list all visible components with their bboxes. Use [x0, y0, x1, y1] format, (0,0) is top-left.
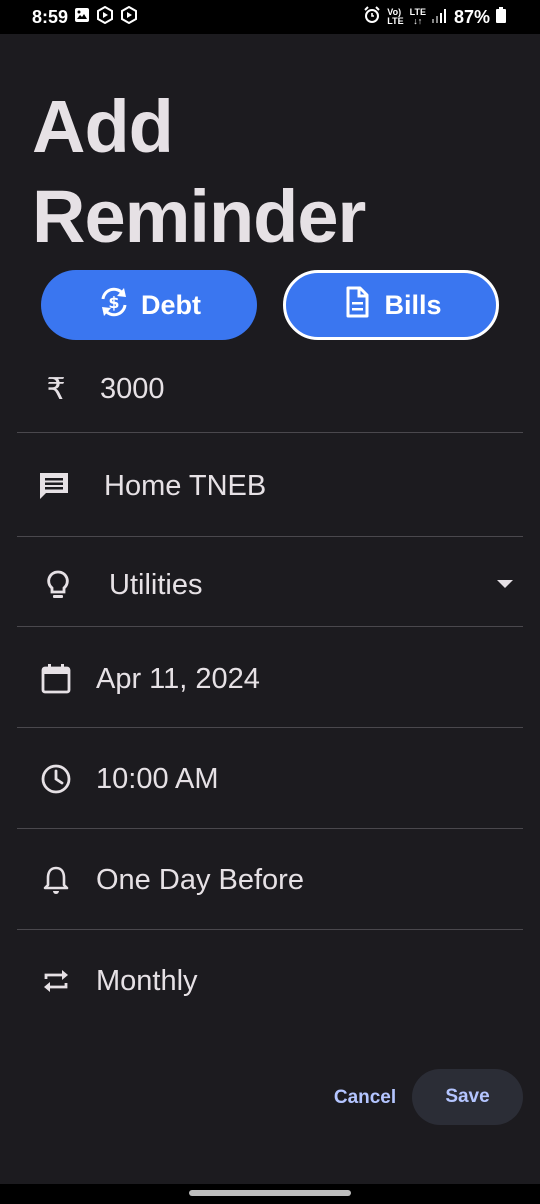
divider: [17, 727, 523, 728]
category-select[interactable]: Utilities: [17, 550, 523, 620]
add-reminder-screen: Add Reminder $ Debt Bills ₹ 3000 Home TN…: [0, 34, 540, 1184]
date-value: Apr 11, 2024: [96, 662, 260, 695]
description-field[interactable]: Home TNEB: [17, 451, 523, 521]
home-gesture-handle[interactable]: [189, 1190, 351, 1196]
save-button[interactable]: Save: [412, 1069, 523, 1125]
divider: [17, 828, 523, 829]
time-field[interactable]: 10:00 AM: [17, 744, 523, 814]
currency-exchange-icon: $: [97, 285, 131, 326]
gallery-notification-icon: [74, 7, 90, 28]
alarm-icon: [363, 5, 381, 29]
comment-icon: [36, 468, 72, 504]
volte-indicator: Vo) LTE: [387, 7, 404, 26]
date-field[interactable]: Apr 11, 2024: [17, 644, 523, 714]
calendar-icon: [38, 661, 74, 697]
description-value: Home TNEB: [104, 469, 267, 502]
divider: [17, 626, 523, 627]
cancel-button[interactable]: Cancel: [318, 1070, 412, 1126]
category-value: Utilities: [109, 568, 203, 601]
page-title-line-2: Reminder: [32, 175, 366, 258]
time-value: 10:00 AM: [96, 762, 219, 795]
rupee-icon: ₹: [46, 371, 66, 407]
svg-text:$: $: [108, 293, 119, 312]
repeat-field[interactable]: Monthly: [17, 946, 523, 1016]
divider: [17, 929, 523, 930]
bell-icon: [38, 862, 74, 898]
status-time: 8:59: [32, 6, 69, 27]
signal-icon: [431, 7, 448, 28]
reminder-value: One Day Before: [96, 863, 304, 896]
battery-percent: 87%: [453, 6, 490, 27]
debt-type-button[interactable]: $ Debt: [41, 270, 257, 340]
repeat-value: Monthly: [96, 964, 198, 997]
lte-indicator: LTE ↓↑: [409, 7, 426, 26]
debt-type-label: Debt: [141, 289, 201, 320]
document-icon: [340, 285, 374, 326]
page-title: Add Reminder: [32, 82, 366, 262]
battery-icon: [496, 6, 506, 28]
chevron-down-icon[interactable]: [497, 580, 513, 588]
lightbulb-icon: [40, 567, 76, 603]
amount-value: 3000: [100, 372, 165, 405]
app-notification-icon: [96, 5, 114, 29]
bills-type-button[interactable]: Bills: [283, 270, 499, 340]
status-bar-left: 8:59: [32, 5, 138, 29]
app-notification-icon-2: [120, 5, 138, 29]
repeat-icon: [38, 963, 74, 999]
divider: [17, 432, 523, 433]
bills-type-label: Bills: [384, 289, 442, 320]
reminder-field[interactable]: One Day Before: [17, 845, 523, 915]
navigation-bar: [0, 1184, 540, 1204]
status-bar-right: Vo) LTE LTE ↓↑ 87%: [363, 5, 506, 29]
clock-icon: [38, 761, 74, 797]
divider: [17, 536, 523, 537]
page-title-line-1: Add: [32, 85, 174, 168]
amount-field[interactable]: ₹ 3000: [17, 354, 523, 424]
status-bar: 8:59 Vo) LTE LTE ↓↑ 87%: [0, 0, 540, 34]
